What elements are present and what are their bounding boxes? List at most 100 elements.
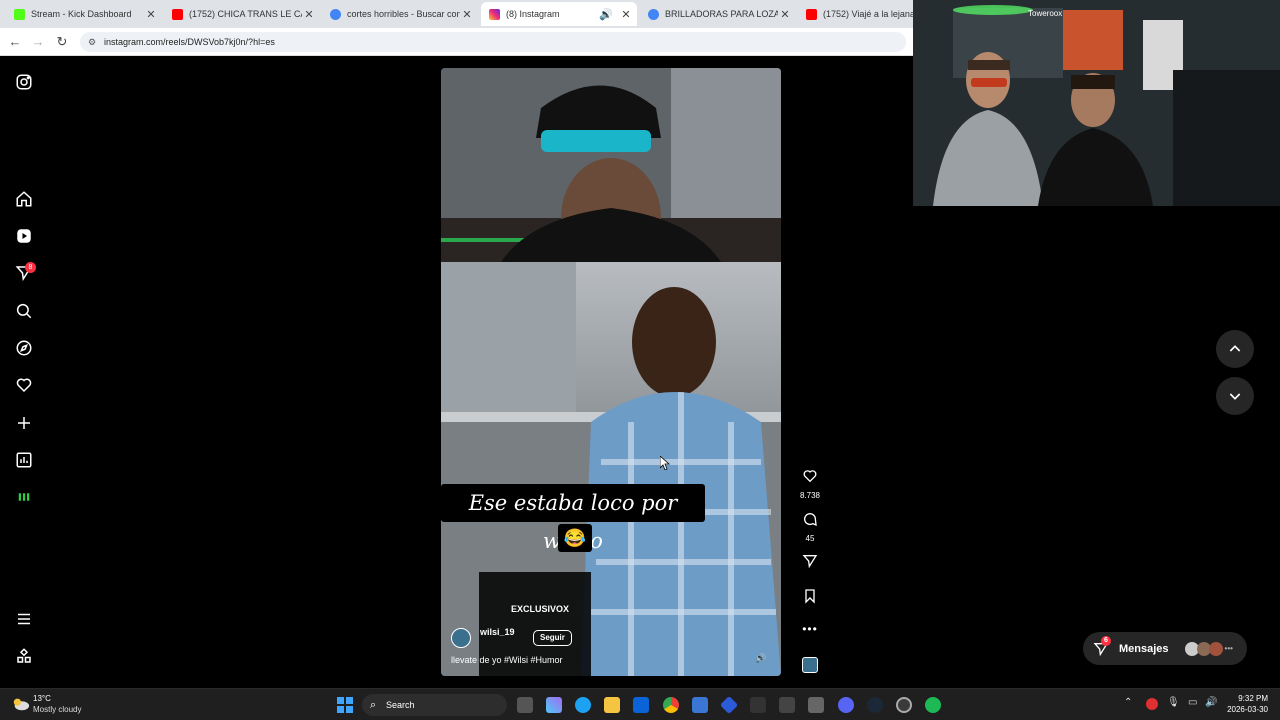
direct-icon: 6 — [1093, 635, 1111, 657]
reel-top-frame — [441, 68, 781, 278]
search-icon[interactable] — [14, 301, 34, 321]
reel-bottom-frame: EXCLUSIVOX — [441, 262, 781, 676]
like-button[interactable]: 8.738 — [799, 468, 821, 500]
home-icon[interactable] — [14, 189, 34, 209]
discord-icon[interactable] — [838, 697, 854, 713]
cursor-icon — [659, 455, 671, 471]
more-icon: ••• — [1224, 644, 1233, 653]
close-icon[interactable]: ✕ — [302, 8, 316, 21]
address-bar-row: ← → ↻ ⚙ instagram.com/reels/DWSVob7kj0n/… — [0, 28, 913, 56]
microphone-icon[interactable]: 🎙 — [1167, 697, 1180, 708]
notifications-icon[interactable] — [14, 375, 34, 395]
search-icon: ⌕ — [370, 699, 377, 711]
reload-icon[interactable]: ↻ — [53, 33, 71, 51]
clock-date[interactable]: 2026-03-30 — [1224, 705, 1268, 714]
close-icon[interactable]: ✕ — [460, 8, 474, 21]
emoji-sticker: 😂 — [558, 524, 592, 552]
more-options-button[interactable]: ••• — [799, 622, 821, 636]
kick-icon — [14, 8, 25, 20]
audio-button[interactable] — [799, 657, 821, 673]
tab-title: BRILLADORAS PARA LOZA - Bu — [665, 9, 778, 19]
notification-badge: 8 — [25, 262, 36, 273]
follow-button[interactable]: Seguir — [533, 630, 572, 646]
heart-icon — [803, 470, 817, 483]
tab-google-search-2[interactable]: BRILLADORAS PARA LOZA - Bu ✕ — [640, 2, 796, 26]
app-grid-icon[interactable] — [750, 697, 766, 713]
previous-reel-button[interactable] — [1216, 330, 1254, 368]
close-icon[interactable]: ✕ — [144, 8, 158, 21]
volume-icon[interactable]: 🔊 — [753, 650, 769, 666]
google-icon — [648, 8, 659, 20]
clock-time[interactable]: 9:32 PM — [1228, 694, 1268, 703]
reel-top-scene — [441, 68, 781, 278]
like-count: 8.738 — [799, 491, 821, 500]
reels-icon[interactable] — [14, 226, 34, 246]
network-icon[interactable]: ▭ — [1188, 697, 1197, 708]
more-icon: ••• — [802, 622, 818, 636]
sticker-text: EXCLUSIVOX — [511, 604, 569, 614]
site-info-icon[interactable]: ⚙ — [88, 32, 96, 52]
tab-instagram[interactable]: (8) Instagram 🔊 ✕ — [481, 2, 637, 26]
capcut-icon[interactable] — [779, 697, 795, 713]
explore-icon[interactable] — [14, 338, 34, 358]
close-icon[interactable]: ✕ — [778, 8, 792, 21]
overlay-caption: Ese estaba loco por warlo — [441, 484, 705, 553]
tray-app-icon[interactable] — [1146, 698, 1158, 710]
direct-icon[interactable]: 8 — [14, 262, 36, 283]
also-from-meta-icon[interactable] — [14, 646, 34, 666]
back-arrow-icon[interactable]: ← — [6, 33, 24, 51]
taskbar-search-box[interactable]: ⌕ Search — [362, 694, 507, 716]
next-reel-button[interactable] — [1216, 377, 1254, 415]
tab-title: (1752) CHICA TRANS LE CANTA — [189, 9, 302, 19]
instagram-logo-icon[interactable] — [14, 72, 34, 92]
chevron-up-icon[interactable]: ⌃ — [1124, 697, 1132, 708]
bookmark-icon — [805, 589, 815, 604]
spotify-icon[interactable] — [925, 697, 941, 713]
tab-google-search[interactable]: cortes horribles - Buscar con Go ✕ — [322, 2, 478, 26]
obs-icon[interactable] — [896, 697, 912, 713]
comment-icon — [804, 513, 817, 527]
audio-thumbnail-icon — [802, 657, 818, 673]
speaker-icon[interactable]: 🔊 — [597, 8, 615, 21]
share-button[interactable] — [799, 553, 821, 574]
create-icon[interactable] — [14, 413, 34, 433]
close-icon[interactable]: ✕ — [619, 8, 633, 21]
tab-youtube-2[interactable]: (1752) Viajé a la lejana TR — [798, 2, 913, 26]
app-icon[interactable] — [719, 695, 739, 715]
webcam-text: Toweroox — [1028, 9, 1062, 18]
menu-icon[interactable] — [14, 609, 34, 629]
file-explorer-icon[interactable] — [604, 697, 620, 713]
share-icon — [802, 555, 818, 569]
edge-icon[interactable] — [575, 697, 591, 713]
avatar[interactable] — [451, 628, 471, 648]
chrome-icon[interactable] — [663, 697, 679, 713]
tab-title: (8) Instagram — [506, 9, 560, 19]
outlook-icon[interactable] — [633, 697, 649, 713]
forward-arrow-icon[interactable]: → — [29, 33, 47, 51]
task-view-icon[interactable] — [517, 697, 533, 713]
google-icon — [330, 8, 341, 20]
avatar — [1208, 641, 1223, 656]
comment-button[interactable]: 45 — [799, 511, 821, 543]
save-button[interactable] — [799, 588, 821, 609]
threads-icon[interactable] — [14, 487, 34, 507]
messages-label: Mensajes — [1119, 642, 1169, 655]
dashboard-icon[interactable] — [14, 450, 34, 470]
copilot-icon[interactable] — [546, 697, 562, 713]
store-icon[interactable] — [692, 697, 708, 713]
tab-title: (1752) Viajé a la lejana TR — [823, 9, 913, 19]
steam-icon[interactable] — [867, 697, 883, 713]
author-username[interactable]: wilsi_19 — [480, 627, 515, 637]
windows-start-icon[interactable] — [337, 697, 353, 713]
reel-video[interactable]: EXCLUSIVOX Ese estaba loco por warlo 😂 w… — [441, 68, 781, 676]
tab-kick-dashboard[interactable]: Stream - Kick Dashboard ✕ — [6, 2, 162, 26]
webcam-overlay: Toweroox — [913, 0, 1280, 206]
weather-icon[interactable] — [12, 696, 30, 712]
tab-youtube-1[interactable]: (1752) CHICA TRANS LE CANTA ✕ — [164, 2, 320, 26]
notepad-icon[interactable] — [808, 697, 824, 713]
volume-icon[interactable]: 🔊 — [1205, 697, 1217, 708]
url-field[interactable]: ⚙ instagram.com/reels/DWSVob7kj0n/?hl=es — [80, 32, 906, 52]
instagram-favicon-icon — [489, 8, 500, 20]
messages-button[interactable]: 6 Mensajes ••• — [1083, 632, 1247, 665]
reel-bottom-scene: EXCLUSIVOX — [441, 262, 781, 676]
